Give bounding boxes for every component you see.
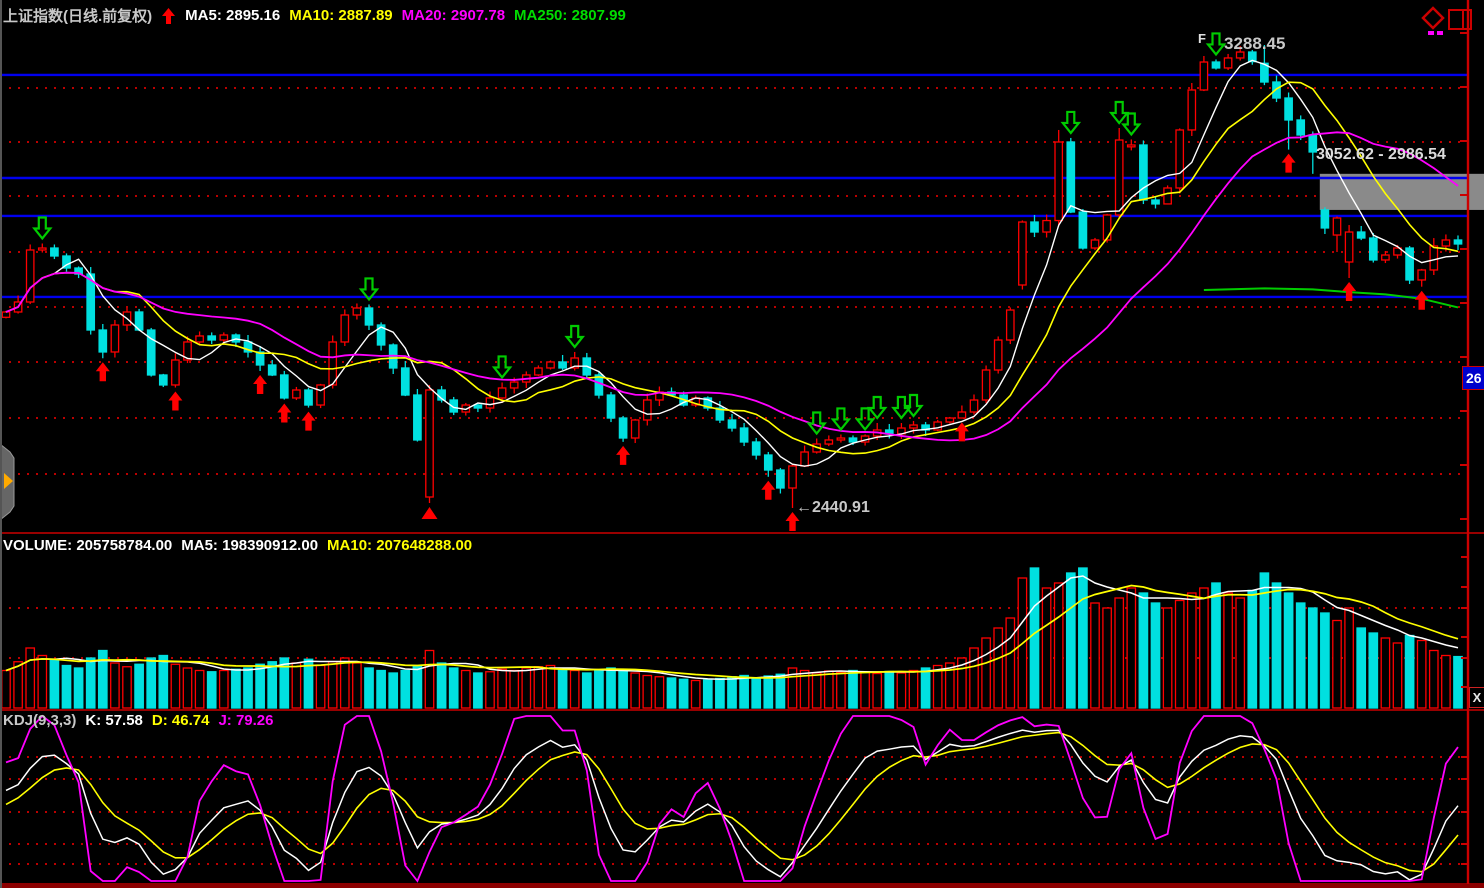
volume-bars	[2, 568, 1462, 708]
low-price-label: ←2440.91	[796, 499, 870, 517]
candlesticks	[2, 45, 1461, 508]
kdj-lines	[6, 716, 1458, 881]
axis-price-tag: 26	[1462, 366, 1484, 390]
buy-sell-signal-arrows	[34, 33, 1428, 531]
gap-price-label: 3052.62 - 2986.54	[1316, 146, 1446, 164]
ma10-value: MA10: 2887.89	[289, 7, 392, 24]
gap-zone-box	[1320, 174, 1484, 210]
main-chart-header: 上证指数(日线.前复权) MA5: 2895.16 MA10: 2887.89 …	[3, 5, 626, 26]
kdj-header: KDJ(9,3,3) K: 57.58 D: 46.74 J: 79.26	[3, 712, 274, 729]
window-left-border	[0, 0, 2, 888]
volume-ma5-value: MA5: 198390912.00	[181, 537, 318, 554]
side-panel-handle[interactable]	[0, 444, 14, 520]
ma250-value: MA250: 2807.99	[514, 7, 626, 24]
trading-app-window: 上证指数(日线.前复权) MA5: 2895.16 MA10: 2887.89 …	[0, 0, 1484, 888]
ma-lines	[6, 60, 1458, 466]
ma20-value: MA20: 2907.78	[402, 7, 505, 24]
chart-canvas	[0, 0, 1484, 888]
volume-header: VOLUME: 205758784.00 MA5: 198390912.00 M…	[3, 537, 472, 554]
up-arrow-icon	[161, 7, 176, 25]
volume-value: VOLUME: 205758784.00	[3, 537, 172, 554]
peak-price-label: 3288.45	[1224, 34, 1285, 54]
pane-frame	[0, 0, 1484, 888]
symbol-title: 上证指数(日线.前复权)	[3, 5, 152, 26]
close-pane-button[interactable]: X	[1469, 687, 1484, 708]
kdj-j-value: J: 79.26	[218, 712, 273, 729]
kdj-d-value: D: 46.74	[152, 712, 210, 729]
ma5-value: MA5: 2895.16	[185, 7, 280, 24]
diamond-icon[interactable]	[1423, 8, 1443, 28]
magenta-dot-icon	[1428, 31, 1434, 35]
topright-toolbar	[1423, 8, 1471, 35]
main-grid	[0, 88, 1468, 474]
volume-ma10-value: MA10: 207648288.00	[327, 537, 472, 554]
kdj-k-value: K: 57.58	[85, 712, 143, 729]
f-marker: F	[1198, 31, 1206, 46]
magenta-dot-icon	[1437, 31, 1443, 35]
kdj-name: KDJ(9,3,3)	[3, 712, 76, 729]
support-resistance-lines	[0, 75, 1468, 297]
